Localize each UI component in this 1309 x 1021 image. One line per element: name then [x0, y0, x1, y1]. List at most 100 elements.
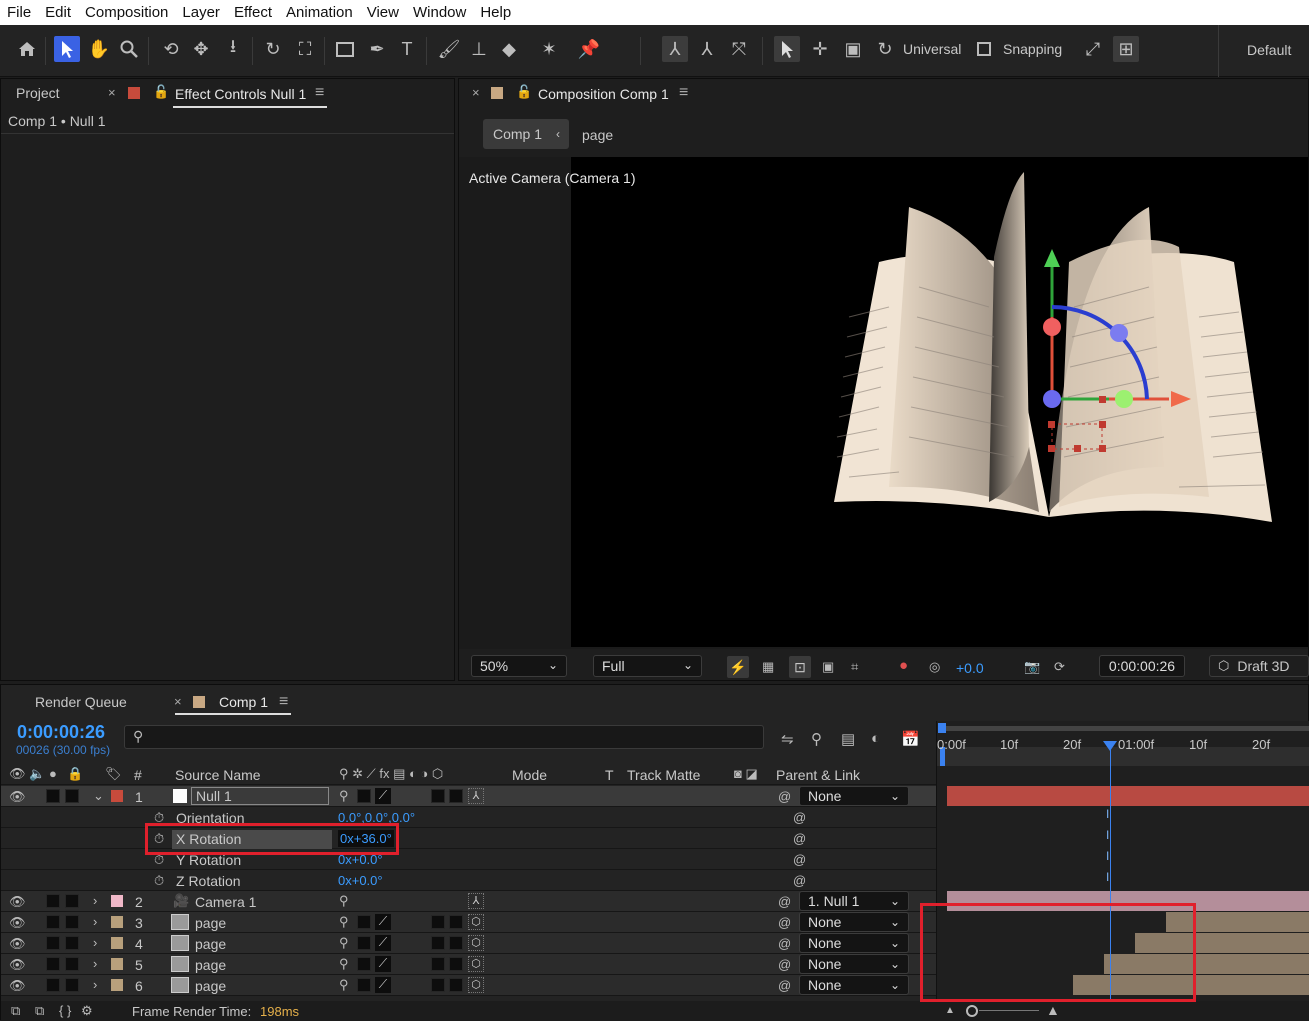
- menu-effect[interactable]: Effect: [227, 4, 279, 21]
- tab-comp1[interactable]: Comp 1: [219, 694, 268, 710]
- parent-dropdown[interactable]: None ⌄: [799, 786, 909, 806]
- show-snapshot-icon[interactable]: ⟳: [1054, 659, 1065, 675]
- grid-guides-icon[interactable]: ⌗: [851, 659, 858, 675]
- property-value[interactable]: 0x+0.0°: [338, 873, 383, 888]
- render-time-toggle-icon[interactable]: ⚙: [81, 1003, 93, 1019]
- layer-row-2[interactable]: 👁 › 2 🎥 Camera 1 ⚲ ⅄ @ 1. Null 1 ⌄: [1, 891, 936, 912]
- layer-name[interactable]: page: [195, 915, 226, 931]
- pickwhip-icon[interactable]: @: [793, 873, 806, 888]
- pickwhip-icon[interactable]: @: [778, 957, 791, 972]
- shy-icon[interactable]: ⚲: [339, 977, 349, 993]
- keyframe-icon[interactable]: I: [1106, 870, 1109, 884]
- local-axis-icon[interactable]: ⅄: [662, 36, 688, 62]
- switch-box[interactable]: [357, 957, 371, 971]
- menu-edit[interactable]: Edit: [38, 4, 78, 21]
- tab-project[interactable]: Project: [16, 85, 60, 101]
- lock-switch[interactable]: [65, 978, 79, 992]
- work-area-start-handle[interactable]: [938, 723, 946, 733]
- pickwhip-icon[interactable]: @: [778, 936, 791, 951]
- parent-dropdown[interactable]: None ⌄: [799, 933, 909, 953]
- channel-icon[interactable]: ●: [899, 657, 908, 674]
- lock-icon[interactable]: 🔓: [153, 84, 169, 100]
- 3d-layer-icon[interactable]: ⅄: [468, 788, 484, 804]
- solo-switch[interactable]: [46, 789, 60, 803]
- switch-box[interactable]: [449, 915, 463, 929]
- playhead-icon[interactable]: [1103, 741, 1117, 751]
- fast-preview-icon[interactable]: ⚡: [727, 656, 749, 678]
- lock-switch[interactable]: [65, 936, 79, 950]
- lock-switch[interactable]: [65, 957, 79, 971]
- solo-switch[interactable]: [46, 978, 60, 992]
- switch-box[interactable]: [431, 915, 445, 929]
- zoom-dropdown[interactable]: 50% ⌄: [471, 655, 567, 677]
- orbit-camera-icon[interactable]: ⟲: [158, 36, 184, 62]
- parent-dropdown[interactable]: None ⌄: [799, 912, 909, 932]
- pickwhip-icon[interactable]: @: [793, 810, 806, 825]
- menu-animation[interactable]: Animation: [279, 4, 360, 21]
- brush-tool-icon[interactable]: 🖌: [436, 36, 462, 62]
- layer-name[interactable]: Camera 1: [195, 894, 256, 910]
- lock-icon[interactable]: 🔓: [516, 84, 532, 100]
- solo-switch[interactable]: [46, 957, 60, 971]
- menu-file[interactable]: File: [0, 4, 38, 21]
- quality-icon[interactable]: ⟋: [375, 788, 391, 804]
- exposure-value[interactable]: +0.0: [956, 660, 984, 676]
- lock-switch[interactable]: [65, 789, 79, 803]
- layer-name[interactable]: page: [195, 936, 226, 952]
- pickwhip-icon[interactable]: @: [778, 915, 791, 930]
- motion-blur-icon[interactable]: ◐: [871, 730, 880, 747]
- dolly-camera-icon[interactable]: ⭳: [220, 36, 246, 62]
- camera-snapshot-icon[interactable]: 📷: [1024, 659, 1040, 675]
- property-row-x-rotation[interactable]: ⏱ X Rotation 0x+36.0° @: [1, 828, 936, 849]
- quality-icon[interactable]: ⟋: [375, 914, 391, 930]
- parent-dropdown[interactable]: 1. Null 1 ⌄: [799, 891, 909, 911]
- rotation-tool-icon[interactable]: ↻: [260, 36, 286, 62]
- color-management-icon[interactable]: ◎: [929, 659, 940, 675]
- property-row-z-rotation[interactable]: ⏱ Z Rotation 0x+0.0° @: [1, 870, 936, 891]
- 3d-layer-icon[interactable]: ⬡: [468, 935, 484, 951]
- solo-switch[interactable]: [46, 894, 60, 908]
- rectangle-tool-icon[interactable]: [332, 36, 358, 62]
- tab-effect-controls[interactable]: Effect Controls Null 1: [175, 86, 306, 102]
- layer-row-5[interactable]: 👁 › 5 page ⚲ ⟋ ⬡ @ None ⌄: [1, 954, 936, 975]
- quality-icon[interactable]: ⟋: [375, 977, 391, 993]
- comp-viewer[interactable]: Active Camera (Camera 1): [459, 157, 1308, 649]
- shy-icon[interactable]: ⚲: [339, 914, 349, 930]
- pickwhip-icon[interactable]: @: [793, 831, 806, 846]
- null-layer-bar[interactable]: [947, 786, 1309, 806]
- layer-label-color[interactable]: [111, 958, 123, 970]
- switch-box[interactable]: [431, 957, 445, 971]
- puppet-pin-icon[interactable]: 📌: [576, 36, 602, 62]
- switch-box[interactable]: [357, 915, 371, 929]
- layer-row-3[interactable]: 👁 › 3 page ⚲ ⟋ ⬡ @ None ⌄: [1, 912, 936, 933]
- eye-icon[interactable]: 👁: [9, 789, 26, 805]
- clone-stamp-icon[interactable]: ⊥: [466, 36, 492, 62]
- pickwhip-icon[interactable]: @: [778, 978, 791, 993]
- comp-mini-flowchart-icon[interactable]: ⇋: [781, 730, 794, 748]
- menu-window[interactable]: Window: [406, 4, 473, 21]
- chevron-right-icon[interactable]: ›: [93, 893, 97, 908]
- property-row-y-rotation[interactable]: ⏱ Y Rotation 0x+0.0° @: [1, 849, 936, 870]
- chevron-right-icon[interactable]: ›: [93, 956, 97, 971]
- layer-label-color[interactable]: [111, 916, 123, 928]
- chevron-down-icon[interactable]: ⌄: [93, 788, 104, 804]
- switch-box[interactable]: [431, 789, 445, 803]
- timeline-timecode[interactable]: 0:00:00:26: [17, 722, 105, 743]
- layer-label-color[interactable]: [111, 790, 123, 802]
- layer-name[interactable]: page: [195, 978, 226, 994]
- parent-dropdown[interactable]: None ⌄: [799, 975, 909, 995]
- layer-label-color[interactable]: [111, 937, 123, 949]
- chevron-right-icon[interactable]: ›: [93, 914, 97, 929]
- roto-brush-icon[interactable]: ✶: [536, 36, 562, 62]
- hide-shy-layers-icon[interactable]: ⚲: [811, 730, 822, 748]
- 3d-layer-icon[interactable]: ⬡: [468, 977, 484, 993]
- quality-icon[interactable]: ⟋: [375, 935, 391, 951]
- lock-switch[interactable]: [65, 894, 79, 908]
- switch-box[interactable]: [449, 936, 463, 950]
- move-icon[interactable]: ✛: [807, 36, 833, 62]
- eye-icon[interactable]: 👁: [9, 894, 26, 910]
- shy-icon[interactable]: ⚲: [339, 893, 349, 909]
- 3d-layer-icon[interactable]: ⬡: [468, 914, 484, 930]
- layer-name[interactable]: page: [195, 957, 226, 973]
- mask-visibility-icon[interactable]: ⊡: [789, 656, 811, 678]
